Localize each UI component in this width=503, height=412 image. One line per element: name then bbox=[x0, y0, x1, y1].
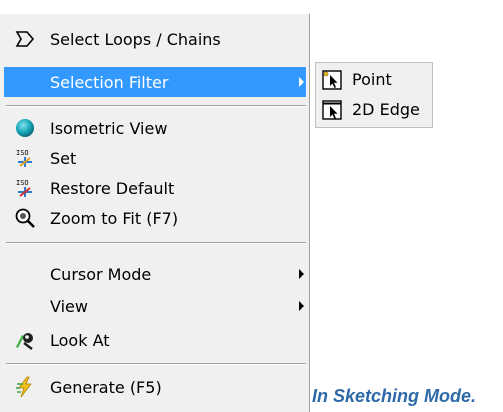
submenu-arrow-icon bbox=[299, 301, 304, 311]
menu-item-isometric-view[interactable]: Isometric View bbox=[4, 113, 306, 143]
submenu-arrow-icon bbox=[299, 77, 304, 87]
menu-item-view[interactable]: View bbox=[4, 291, 306, 321]
isometric-view-icon bbox=[14, 117, 36, 139]
menu-item-zoom-to-fit[interactable]: Zoom to Fit (F7) bbox=[4, 203, 306, 233]
menu-item-label: Isometric View bbox=[50, 118, 168, 138]
menu-item-look-at[interactable]: Look At bbox=[4, 325, 306, 355]
look-at-icon bbox=[14, 329, 36, 351]
menu-item-label: Set bbox=[50, 148, 77, 168]
menu-item-restore-default[interactable]: ISO Restore Default bbox=[4, 173, 306, 203]
zoom-to-fit-icon bbox=[14, 207, 36, 229]
menu-item-set[interactable]: ISO Set bbox=[4, 143, 306, 173]
menu-separator bbox=[6, 105, 306, 107]
iso-set-icon: ISO bbox=[14, 147, 36, 169]
menu-item-label: Zoom to Fit (F7) bbox=[50, 208, 179, 228]
submenu-item-2d-edge[interactable]: 2D Edge bbox=[320, 96, 430, 124]
menu-item-selection-filter[interactable]: Selection Filter bbox=[4, 67, 306, 97]
caption-text: In Sketching Mode. bbox=[312, 386, 477, 406]
point-filter-icon bbox=[322, 70, 342, 90]
menu-item-label: Select Loops / Chains bbox=[50, 29, 221, 49]
menu-item-cursor-mode[interactable]: Cursor Mode bbox=[4, 259, 306, 289]
svg-text:ISO: ISO bbox=[16, 149, 29, 157]
select-loops-icon bbox=[14, 28, 36, 50]
submenu-item-label: 2D Edge bbox=[352, 100, 420, 119]
menu-item-label: Look At bbox=[50, 330, 110, 350]
menu-item-label: Generate (F5) bbox=[50, 377, 162, 397]
menu-top-strip bbox=[0, 0, 310, 14]
context-menu: Select Loops / Chains Selection Filter I… bbox=[0, 0, 310, 412]
selection-filter-submenu: Point 2D Edge bbox=[315, 62, 433, 128]
menu-separator bbox=[6, 242, 306, 244]
menu-item-select-loops[interactable]: Select Loops / Chains bbox=[4, 24, 306, 54]
menu-item-generate[interactable]: Generate (F5) bbox=[4, 372, 306, 402]
iso-restore-icon: ISO bbox=[14, 177, 36, 199]
svg-text:ISO: ISO bbox=[16, 179, 29, 187]
edge-filter-icon bbox=[322, 100, 342, 120]
menu-separator bbox=[6, 363, 306, 365]
menu-item-label: Restore Default bbox=[50, 178, 175, 198]
submenu-item-label: Point bbox=[352, 70, 392, 89]
generate-icon bbox=[14, 376, 36, 398]
screenshot-stage: Select Loops / Chains Selection Filter I… bbox=[0, 0, 503, 412]
menu-item-label: View bbox=[50, 296, 88, 316]
menu-item-label: Cursor Mode bbox=[50, 264, 152, 284]
submenu-item-point[interactable]: Point bbox=[320, 66, 430, 94]
menu-item-label: Selection Filter bbox=[50, 72, 169, 92]
submenu-arrow-icon bbox=[299, 269, 304, 279]
